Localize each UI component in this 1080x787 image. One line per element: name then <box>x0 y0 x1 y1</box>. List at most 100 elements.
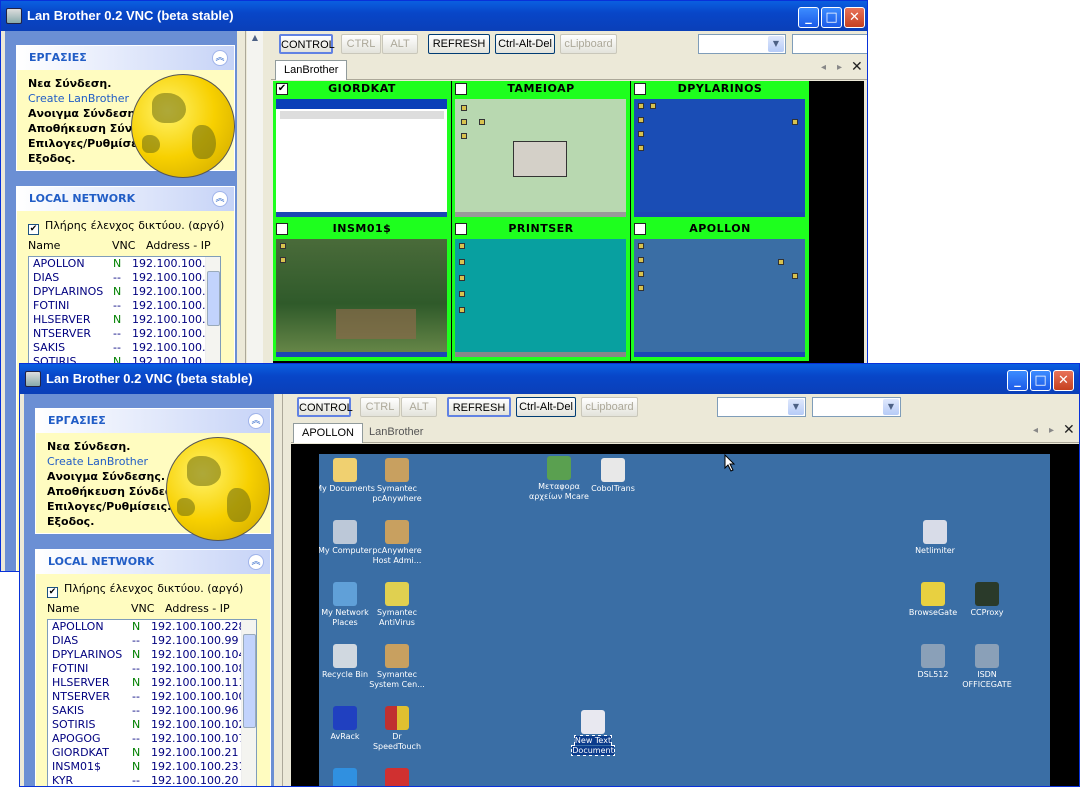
desktop-icon-new-text-document[interactable]: New Text Document <box>563 710 623 756</box>
select-1[interactable]: ▼ <box>698 34 786 54</box>
desktop-icon-symantec-system[interactable]: Symantec System Cen... <box>367 644 427 690</box>
chevron-up-icon[interactable]: ︽ <box>212 50 228 66</box>
desktop-icon-acrobat[interactable] <box>367 768 427 786</box>
desktop-icon-dsl512[interactable]: DSL512 <box>903 644 963 680</box>
thumb-tameioap[interactable]: TAMEIOAP <box>452 81 630 221</box>
host-row[interactable]: DIAS -- 192.100.100.9 <box>29 271 220 285</box>
thumb-checkbox[interactable] <box>634 223 646 235</box>
select-2[interactable] <box>792 34 867 54</box>
close-icon[interactable]: ✕ <box>1053 370 1074 391</box>
thumb-checkbox[interactable] <box>634 83 646 95</box>
thumb-checkbox[interactable]: ✔ <box>276 83 288 95</box>
maximize-icon[interactable]: □ <box>821 7 842 28</box>
thumb-giordkat[interactable]: ✔ GIORDKAT <box>273 81 451 221</box>
tab-apollon[interactable]: APOLLON <box>293 423 363 443</box>
host-row[interactable]: SAKIS -- 192.100.100.9 <box>29 341 220 355</box>
host-row[interactable]: SOTIRIS N 192.100.100.102 <box>48 718 256 732</box>
host-row[interactable]: HLSERVER N 192.100.100.111 <box>48 676 256 690</box>
desktop-icon-isdn[interactable]: ISDN OFFICEGATE <box>957 644 1017 690</box>
host-row[interactable]: APOGOG -- 192.100.100.107 <box>48 732 256 746</box>
ctrl-button[interactable]: CTRL <box>341 34 381 54</box>
select-2[interactable]: ▼ <box>812 397 901 417</box>
thumb-screen <box>455 239 626 357</box>
chevron-up-icon[interactable]: ︽ <box>248 413 264 429</box>
thumb-checkbox[interactable] <box>276 223 288 235</box>
ctrl-alt-del-button[interactable]: Ctrl-Alt-Del <box>495 34 555 54</box>
speedtouch-icon <box>385 706 409 730</box>
tab-next-icon[interactable]: ▸ <box>837 62 842 73</box>
host-row[interactable]: INSM01$ N 192.100.100.231 <box>48 760 256 774</box>
host-row[interactable]: APOLLON N 192.100.100.2 <box>29 257 220 271</box>
control-button[interactable]: CONTROL <box>279 34 335 54</box>
thumb-checkbox[interactable] <box>455 83 467 95</box>
desktop-icon-antivirus[interactable]: Symantec AntiVirus <box>367 582 427 628</box>
alt-button[interactable]: ALT <box>401 397 437 417</box>
control-button[interactable]: CONTROL <box>297 397 353 417</box>
refresh-button[interactable]: REFRESH <box>447 397 511 417</box>
remote-desktop[interactable]: My Documents Symantec pcAnywhere Μεταφορ… <box>319 454 1050 786</box>
host-row[interactable]: HLSERVER N 192.100.100.1 <box>29 313 220 327</box>
thumb-checkbox[interactable] <box>455 223 467 235</box>
thumb-insm01[interactable]: INSM01$ <box>273 221 451 361</box>
tab-prev-icon[interactable]: ◂ <box>821 62 826 73</box>
tab-prev-icon[interactable]: ◂ <box>1033 425 1038 436</box>
remote-view[interactable]: My Documents Symantec pcAnywhere Μεταφορ… <box>291 444 1079 786</box>
list-scrollbar[interactable] <box>241 620 256 786</box>
ctrl-alt-del-button[interactable]: Ctrl-Alt-Del <box>516 397 576 417</box>
clipboard-button[interactable]: cLipboard <box>581 397 638 417</box>
list-scrollbar[interactable] <box>205 257 220 367</box>
minimize-icon[interactable]: _ <box>798 7 819 28</box>
chevron-up-icon[interactable]: ︽ <box>248 554 264 570</box>
clipboard-button[interactable]: cLipboard <box>560 34 617 54</box>
maximize-icon[interactable]: □ <box>1030 370 1051 391</box>
ctrl-button[interactable]: CTRL <box>360 397 400 417</box>
host-row[interactable]: GIORDKAT N 192.100.100.21 <box>48 746 256 760</box>
splitter[interactable] <box>282 394 290 786</box>
tab-next-icon[interactable]: ▸ <box>1049 425 1054 436</box>
host-row[interactable]: NTSERVER -- 192.100.100.100 <box>48 690 256 704</box>
desktop-icon-pcanywhere-host[interactable]: pcAnywhere Host Admi... <box>367 520 427 566</box>
front-window-titlebar[interactable]: Lan Brother 0.2 VNC (beta stable) _ □ ✕ <box>20 364 1079 394</box>
col-ip: Address - IP <box>165 602 230 615</box>
front-host-list[interactable]: APOLLON N 192.100.100.228 DIAS -- 192.100.100… <box>47 619 257 786</box>
tab-lanbrother[interactable]: LanBrother <box>275 60 348 80</box>
front-window[interactable]: Lan Brother 0.2 VNC (beta stable) _ □ ✕ … <box>19 363 1080 787</box>
tasks-header[interactable]: ΕΡΓΑΣΙΕΣ <box>17 46 234 70</box>
desktop-icon-netlimiter[interactable]: Netlimiter <box>905 520 965 556</box>
tab-lanbrother[interactable]: LanBrother <box>361 423 431 443</box>
back-window-titlebar[interactable]: Lan Brother 0.2 VNC (beta stable) _ □ ✕ <box>1 1 867 31</box>
chevron-up-icon[interactable]: ︽ <box>212 191 228 207</box>
thumb-printser[interactable]: PRINTSER <box>452 221 630 361</box>
refresh-button[interactable]: REFRESH <box>428 34 490 54</box>
back-host-list[interactable]: APOLLON N 192.100.100.2 DIAS -- 192.100.100.9… <box>28 256 221 368</box>
minimize-icon[interactable]: _ <box>1007 370 1028 391</box>
tab-close-icon[interactable]: ✕ <box>1063 422 1075 438</box>
tasks-header[interactable]: ΕΡΓΑΣΙΕΣ <box>36 409 270 433</box>
network-header[interactable]: LOCAL NETWORK <box>36 550 270 574</box>
close-icon[interactable]: ✕ <box>844 7 865 28</box>
host-row[interactable]: DIAS -- 192.100.100.99 <box>48 634 256 648</box>
select-1[interactable]: ▼ <box>717 397 806 417</box>
full-control-checkbox[interactable]: ✔ <box>47 587 58 598</box>
host-row[interactable]: FOTINI -- 192.100.100.1 <box>29 299 220 313</box>
desktop-icon-mcare[interactable]: Μεταφορα αρχείων Mcare <box>529 456 589 502</box>
thumb-apollon[interactable]: APOLLON <box>631 221 809 361</box>
thumb-dpylarinos[interactable]: DPYLARINOS <box>631 81 809 221</box>
desktop-icon-browsegate[interactable]: BrowseGate <box>903 582 963 618</box>
desktop-icon-pcanywhere[interactable]: Symantec pcAnywhere <box>367 458 427 504</box>
tab-close-icon[interactable]: ✕ <box>851 59 863 75</box>
host-row[interactable]: NTSERVER -- 192.100.100.1 <box>29 327 220 341</box>
host-row[interactable]: FOTINI -- 192.100.100.108 <box>48 662 256 676</box>
desktop-icon-speedtouch[interactable]: Dr SpeedTouch <box>367 706 427 752</box>
host-name: FOTINI <box>33 299 70 312</box>
host-row[interactable]: SAKIS -- 192.100.100.96 <box>48 704 256 718</box>
full-control-checkbox[interactable]: ✔ <box>28 224 39 235</box>
desktop-icon-coboltrans[interactable]: CobolTrans <box>583 458 643 494</box>
alt-button[interactable]: ALT <box>382 34 418 54</box>
desktop-icon-ccproxy[interactable]: CCProxy <box>957 582 1017 618</box>
host-row[interactable]: DPYLARINOS N 192.100.100.104 <box>48 648 256 662</box>
host-row[interactable]: DPYLARINOS N 192.100.100.1 <box>29 285 220 299</box>
network-header[interactable]: LOCAL NETWORK <box>17 187 234 211</box>
host-row[interactable]: APOLLON N 192.100.100.228 <box>48 620 256 634</box>
host-row[interactable]: KYR -- 192.100.100.20 <box>48 774 256 786</box>
